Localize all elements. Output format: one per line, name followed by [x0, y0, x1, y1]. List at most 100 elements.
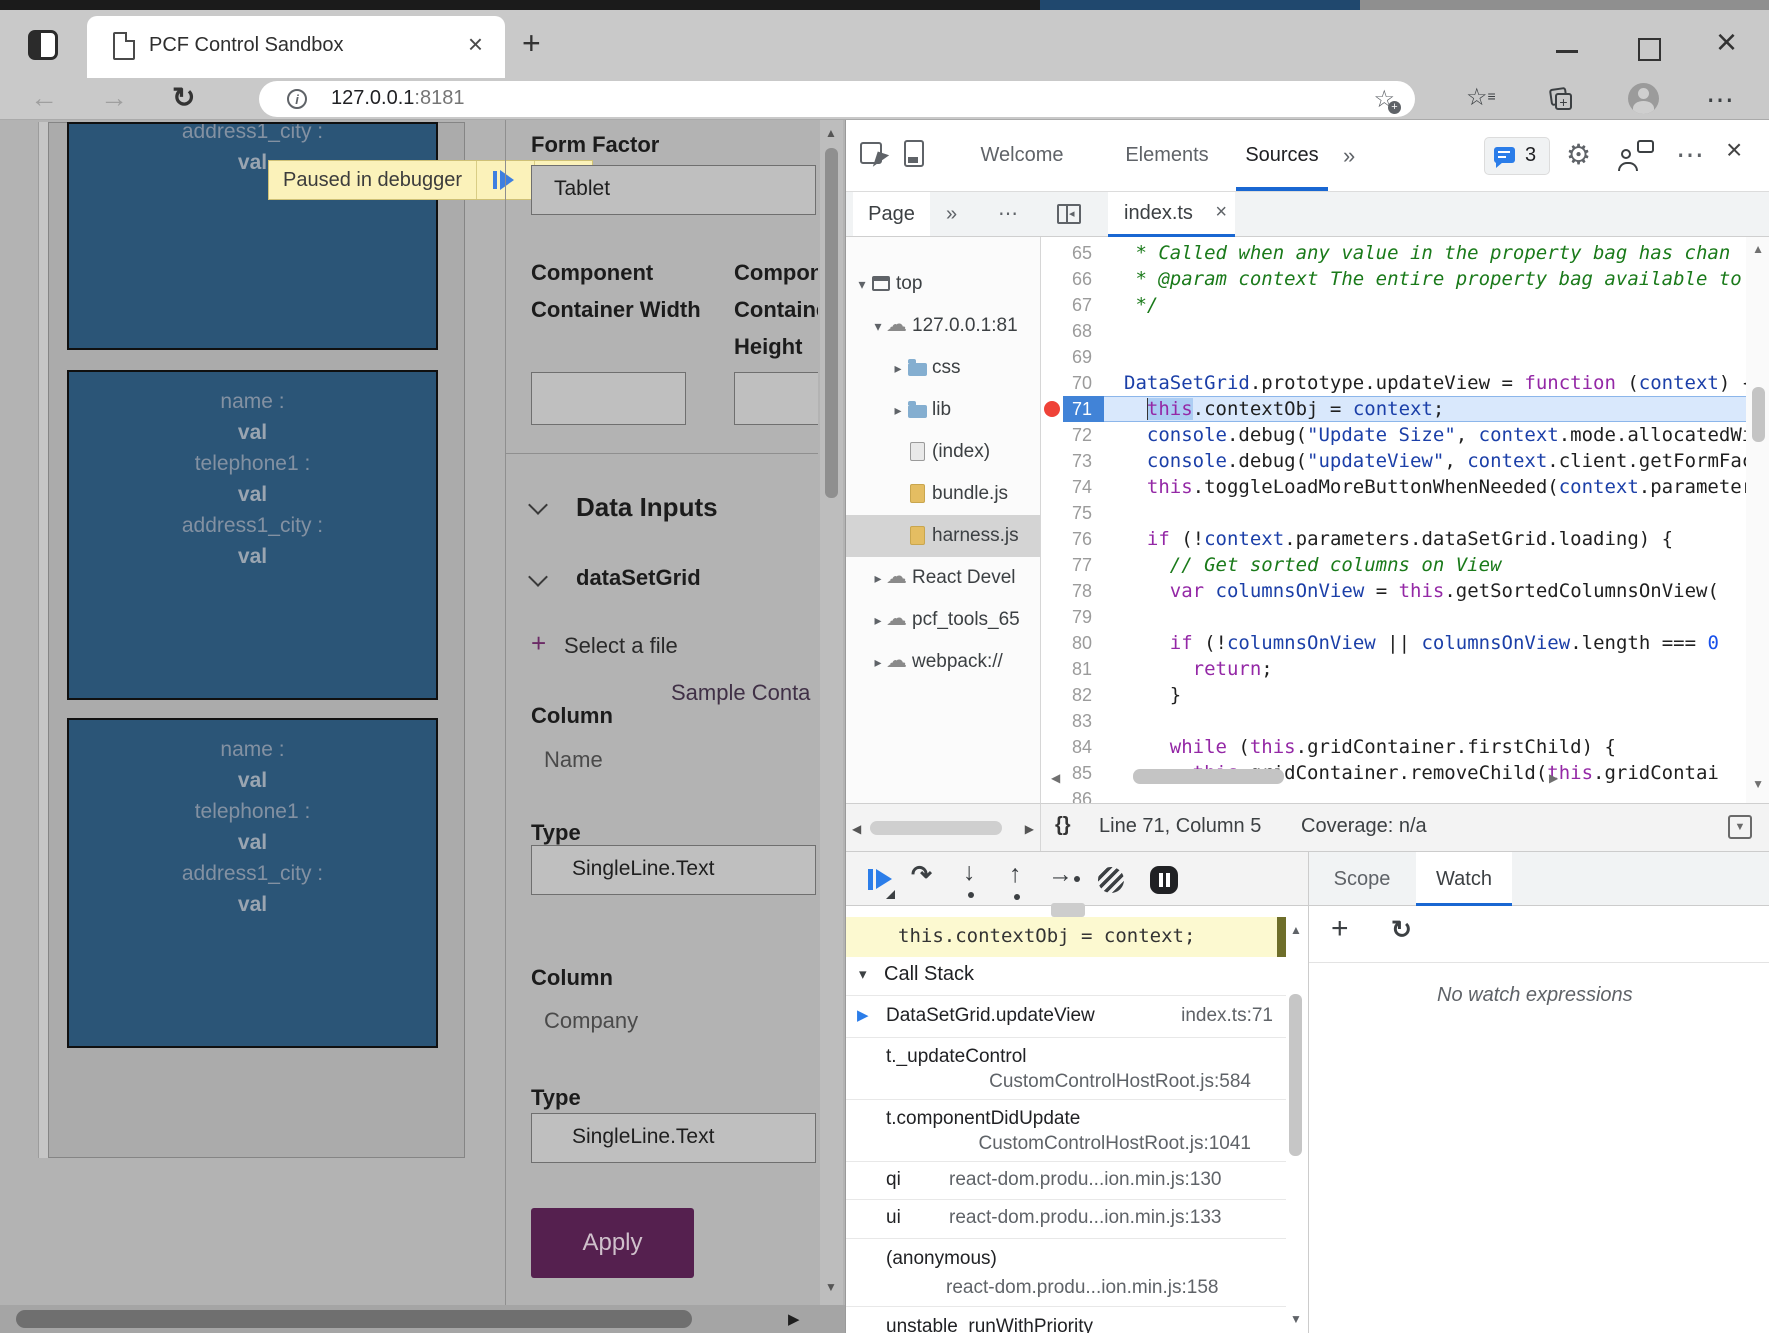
editor-scroll-right-icon[interactable]: ▶: [1549, 771, 1558, 785]
line-number[interactable]: 83: [1041, 708, 1104, 734]
nav-item-bundle-js[interactable]: bundle.js: [846, 473, 1040, 515]
line-number[interactable]: 66: [1041, 266, 1104, 292]
code-line[interactable]: 71 this.contextObj = context;: [1041, 396, 1769, 422]
code-line[interactable]: 66 * @param context The entire property …: [1041, 266, 1769, 292]
call-stack-frame[interactable]: t._updateControlCustomControlHostRoot.js…: [846, 1037, 1286, 1099]
refresh-watch-icon[interactable]: ↻: [1391, 915, 1412, 945]
tree-expander-icon[interactable]: ▸: [870, 654, 886, 671]
line-number[interactable]: 82: [1041, 682, 1104, 708]
collections-icon[interactable]: +: [1550, 88, 1572, 110]
scroll-right-icon[interactable]: ▶: [788, 1310, 800, 1328]
breakpoint-checkbox-partial[interactable]: [1051, 903, 1085, 917]
line-number[interactable]: 67: [1041, 292, 1104, 318]
pause-on-exceptions-button[interactable]: [1146, 852, 1182, 907]
tab-welcome[interactable]: Welcome: [966, 120, 1078, 191]
step-out-button[interactable]: ↑: [1000, 852, 1036, 907]
line-number[interactable]: 84: [1041, 734, 1104, 760]
container-height-input[interactable]: [734, 372, 818, 425]
deactivate-breakpoints-button[interactable]: [1094, 852, 1130, 907]
resume-script-button[interactable]: [862, 852, 898, 907]
line-number[interactable]: 73: [1041, 448, 1104, 474]
code-line[interactable]: 70DataSetGrid.prototype.updateView = fun…: [1041, 370, 1769, 396]
call-stack-expander-icon[interactable]: ▾: [859, 965, 867, 983]
tab-page[interactable]: Page: [853, 192, 930, 236]
code-line[interactable]: 76 if (!context.parameters.dataSetGrid.l…: [1041, 526, 1769, 552]
nav-item-harness-js[interactable]: harness.js: [846, 515, 1040, 557]
data-inputs-chevron-icon[interactable]: [528, 495, 548, 515]
step-button[interactable]: →: [1046, 852, 1082, 907]
navigator-menu-icon[interactable]: ⋯: [998, 192, 1018, 236]
line-number[interactable]: 81: [1041, 656, 1104, 682]
editor-vscrollbar-thumb[interactable]: [1752, 387, 1765, 442]
call-stack-frame[interactable]: ▶DataSetGrid.updateViewindex.ts:71: [846, 995, 1286, 1037]
code-line[interactable]: 79: [1041, 604, 1769, 630]
scrollbar-thumb[interactable]: [16, 1310, 692, 1328]
tree-expander-icon[interactable]: ▾: [854, 276, 870, 293]
tab-actions-icon[interactable]: [28, 30, 58, 60]
back-icon[interactable]: ←: [30, 80, 58, 116]
url-text[interactable]: 127.0.0.1:8181: [331, 87, 464, 110]
call-stack-frame[interactable]: uireact-dom.produ...ion.min.js:133: [846, 1199, 1286, 1238]
sidebar-tab-watch[interactable]: Watch: [1416, 852, 1512, 906]
callstack-scroll-down-icon[interactable]: ▼: [1290, 1312, 1302, 1326]
window-close-button[interactable]: ×: [1716, 20, 1737, 64]
window-minimize-button[interactable]: [1556, 50, 1578, 53]
line-number[interactable]: 80: [1041, 630, 1104, 656]
window-maximize-button[interactable]: [1638, 38, 1661, 61]
tab-index-ts[interactable]: index.ts ×: [1108, 192, 1235, 237]
line-number[interactable]: 68: [1041, 318, 1104, 344]
pretty-print-icon[interactable]: {}: [1055, 814, 1071, 837]
scrollbar-thumb[interactable]: [825, 148, 838, 498]
code-line[interactable]: 68: [1041, 318, 1769, 344]
browser-menu-icon[interactable]: ⋯: [1706, 83, 1734, 116]
scroll-up-icon[interactable]: ▲: [825, 126, 837, 140]
container-width-input[interactable]: [531, 372, 686, 425]
navigator-horizontal-scrollbar[interactable]: ◀ ▶: [846, 803, 1041, 851]
step-over-button[interactable]: ↷: [908, 852, 944, 907]
tab-close-icon[interactable]: ×: [468, 29, 483, 60]
type-select[interactable]: SingleLine.Text: [531, 845, 816, 895]
site-info-icon[interactable]: i: [287, 89, 307, 109]
line-number[interactable]: 69: [1041, 344, 1104, 370]
callstack-scrollbar-thumb[interactable]: [1289, 994, 1302, 1156]
line-number[interactable]: 72: [1041, 422, 1104, 448]
code-editor[interactable]: 65 * Called when any value in the proper…: [1041, 237, 1769, 803]
code-line[interactable]: 78 var columnsOnView = this.getSortedCol…: [1041, 578, 1769, 604]
call-stack-header[interactable]: ▾ Call Stack: [846, 957, 1286, 995]
sidebar-tab-scope[interactable]: Scope: [1322, 852, 1402, 906]
line-number[interactable]: 65: [1041, 240, 1104, 266]
line-number[interactable]: 86: [1041, 786, 1104, 803]
nav-item--index-[interactable]: (index): [846, 431, 1040, 473]
editor-scroll-down-icon[interactable]: ▼: [1752, 777, 1764, 791]
form-factor-select[interactable]: Tablet: [531, 165, 816, 215]
line-number[interactable]: 79: [1041, 604, 1104, 630]
call-stack-frame[interactable]: unstable_runWithPriority: [846, 1306, 1286, 1333]
code-line[interactable]: 81 return;: [1041, 656, 1769, 682]
call-stack-frame[interactable]: (anonymous)react-dom.produ...ion.min.js:…: [846, 1238, 1286, 1306]
code-line[interactable]: 74 this.toggleLoadMoreButtonWhenNeeded(c…: [1041, 474, 1769, 500]
line-number[interactable]: 71: [1041, 396, 1104, 422]
devtools-close-icon[interactable]: ×: [1726, 134, 1742, 166]
breakpoint-icon[interactable]: [1044, 401, 1060, 417]
panel-vertical-scrollbar[interactable]: ▲ ▼: [820, 120, 843, 1305]
editor-hscrollbar-thumb[interactable]: [1133, 769, 1284, 784]
code-line[interactable]: 65 * Called when any value in the proper…: [1041, 240, 1769, 266]
apply-button[interactable]: Apply: [531, 1208, 694, 1278]
nav-item-webpack-[interactable]: ▸☁webpack://: [846, 641, 1040, 683]
sample-link[interactable]: Sample Conta: [671, 680, 810, 706]
line-number[interactable]: 70: [1041, 370, 1104, 396]
issues-badge[interactable]: 3: [1484, 137, 1550, 175]
callstack-scroll-up-icon[interactable]: ▲: [1290, 923, 1302, 937]
file-tab-close-icon[interactable]: ×: [1215, 201, 1227, 224]
record-card[interactable]: address1_city :val: [67, 122, 438, 350]
scroll-left-icon[interactable]: ◀: [852, 822, 861, 836]
code-line[interactable]: 86: [1041, 786, 1769, 803]
select-file-plus-icon[interactable]: +: [531, 628, 546, 659]
tree-expander-icon[interactable]: ▾: [870, 318, 886, 335]
line-number[interactable]: 77: [1041, 552, 1104, 578]
code-line[interactable]: 83: [1041, 708, 1769, 734]
nav-item-lib[interactable]: ▸lib: [846, 389, 1040, 431]
nav-item-127-0-0-1-81[interactable]: ▾☁127.0.0.1:81: [846, 305, 1040, 347]
code-line[interactable]: 84 while (this.gridContainer.firstChild)…: [1041, 734, 1769, 760]
more-tabs-icon[interactable]: »: [1343, 120, 1355, 191]
